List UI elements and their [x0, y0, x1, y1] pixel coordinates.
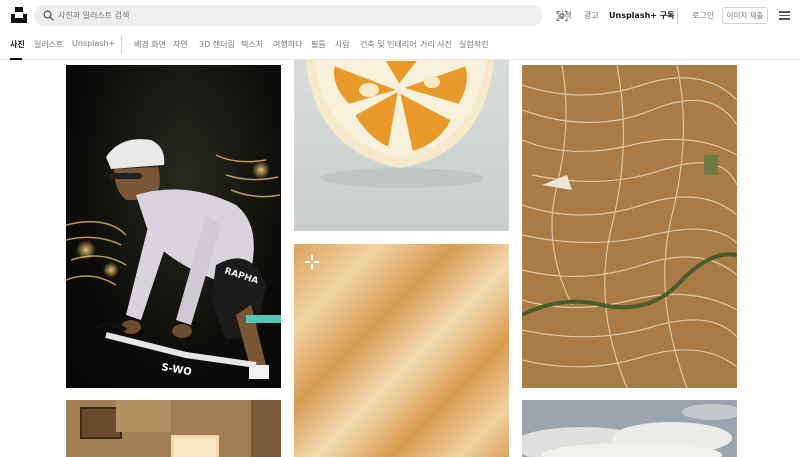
- hamburger-menu-icon[interactable]: [779, 11, 790, 20]
- cyclist-illustration: RAPHA S-WO: [66, 139, 281, 379]
- tab-people[interactable]: 사람: [335, 39, 350, 50]
- nav-advertise-link[interactable]: 광고: [584, 10, 599, 21]
- clouds-illustration: [522, 400, 737, 457]
- room-illustration: [66, 400, 281, 457]
- nav-divider: [677, 8, 678, 24]
- unsplash-plus-badge-icon: [305, 255, 319, 269]
- tab-textures[interactable]: 텍스처: [241, 39, 263, 50]
- nav-explore-link[interactable]: 탐색: [557, 10, 572, 21]
- tab-unsplash-plus[interactable]: Unsplash+: [72, 39, 115, 48]
- lemon-illustration: [306, 60, 494, 188]
- photo-lamp-room[interactable]: [66, 400, 281, 457]
- photo-cyclist[interactable]: RAPHA S-WO: [66, 65, 281, 388]
- tab-film[interactable]: 필름: [311, 39, 326, 50]
- photo-rice-terraces[interactable]: [522, 65, 737, 388]
- search-input[interactable]: [56, 6, 516, 25]
- tab-architecture-interiors[interactable]: 건축 및 인테리어: [360, 39, 417, 50]
- svg-text:S-WO: S-WO: [160, 362, 192, 378]
- tabs-divider: [121, 36, 122, 54]
- tab-wallpapers[interactable]: 배경 화면: [134, 39, 166, 50]
- tab-experimental[interactable]: 실험적인: [459, 39, 488, 50]
- top-header: 탐색 광고 Unsplash+ 구독 로그인 이미지 제출: [0, 0, 800, 32]
- terrace-illustration: [522, 65, 737, 388]
- tab-3d-renders[interactable]: 3D 렌더링: [199, 39, 235, 50]
- tab-travel[interactable]: 여행하다: [273, 39, 302, 50]
- nav-login-link[interactable]: 로그인: [692, 10, 714, 21]
- nav-unsplash-plus-link[interactable]: Unsplash+ 구독: [609, 10, 675, 21]
- logo-bottom-block: [11, 14, 27, 23]
- tab-street-photography[interactable]: 거리 사진: [420, 39, 452, 50]
- logo-top-block: [15, 7, 23, 12]
- search-bar[interactable]: [34, 5, 568, 26]
- unsplash-logo[interactable]: [11, 7, 27, 23]
- tab-photos[interactable]: 사진: [10, 39, 25, 50]
- tab-nature[interactable]: 자연: [173, 39, 188, 50]
- category-tabs: 사진 일러스트 Unsplash+ 배경 화면 자연 3D 렌더링 텍스처 여행…: [0, 32, 800, 60]
- tab-illustrations[interactable]: 일러스트: [34, 39, 63, 50]
- photo-clouds-aerial[interactable]: [522, 400, 737, 457]
- submit-image-button[interactable]: 이미지 제출: [722, 7, 768, 24]
- photo-lemon-slice[interactable]: [294, 60, 509, 231]
- photo-sand-texture[interactable]: [294, 244, 509, 457]
- search-icon: [43, 10, 54, 21]
- active-tab-indicator: [10, 58, 22, 60]
